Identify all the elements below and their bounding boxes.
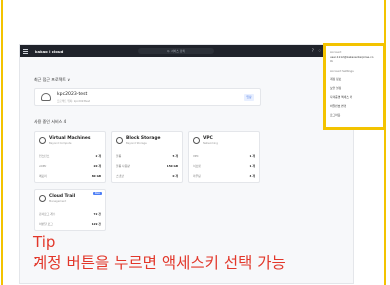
service-card-cloud-trail[interactable]: New Cloud Trail Management 감사로그 개수 72 건 이… [34,189,106,231]
account-settings-label: Account Settings [330,69,354,73]
stat-row: VPC 1 개 [193,154,255,158]
cloud-icon [41,93,51,101]
stat-row: 감사로그 개수 72 건 [39,212,101,216]
dashboard-main: 최근 접근 프로젝트 ∨ kpc2023-test 프로젝트 위치: kpc20… [34,63,353,125]
vpc-icon [193,137,200,144]
project-card[interactable]: kpc2023-test 프로젝트 위치: kpc2023test 입장 [34,88,261,106]
search-input[interactable]: Q. 서비스 검색 [138,48,214,54]
service-card-vpc[interactable]: VPC Networking VPC 1 개 서브넷 1 개 라우팅 4 개 [188,131,260,183]
stat-row: 라우팅 4 개 [193,174,255,178]
notification-icon[interactable]: ♢ [318,48,322,54]
storage-icon [116,137,123,144]
menu-item-security[interactable]: 보안 설정 [330,86,341,90]
stat-row: vCPU 20 개 [39,164,101,168]
service-sub: Beyond Compute [49,142,72,145]
brand-logo[interactable]: kakao i cloud [35,49,63,54]
service-name: Virtual Machines [49,136,91,141]
stat-row: 볼륨 5 개 [116,154,178,158]
account-email-cont: m [330,59,333,63]
menu-item-account-info[interactable]: 계정 정보 [330,77,341,81]
email-label: Account [330,50,342,54]
account-email: user.1112@kakaoenterprise.co [330,55,374,59]
tip-text: 계정 버튼을 누르면 액세스키 선택 가능 [33,254,286,272]
project-sub: 프로젝트 위치: kpc2023test [57,100,90,103]
service-card-vm[interactable]: Virtual Machines Beyond Compute 인스턴스 2 개 … [34,131,106,183]
service-sub: Beyond Storage [126,142,147,145]
service-sub: Networking [203,142,218,145]
new-badge: New [92,192,102,195]
services-title: 사용 중인 서비스 4 [34,119,67,124]
menu-item-logout[interactable]: 로그아웃 [330,113,340,117]
service-name: VPC [203,136,213,141]
trail-icon [39,195,46,202]
top-navigation-bar: kakao i cloud Q. 서비스 검색 ? ♢ ⚙ [20,45,353,57]
menu-item-access-key[interactable]: 자격증명 액세스 키 [330,95,352,99]
menu-item-password[interactable]: 비밀번호 변경 [330,104,346,108]
project-name: kpc2023-test [57,92,88,97]
service-card-block-storage[interactable]: Block Storage Beyond Storage 볼륨 5 개 볼륨 사용… [111,131,183,183]
account-dropdown: Account user.1112@kakaoenterprise.co m A… [323,43,384,130]
stat-row: 서브넷 1 개 [193,164,255,168]
stat-row: 스냅샷 0 개 [116,174,178,178]
stat-row: 이번달 로그 129 건 [39,222,101,226]
yellow-frame: kakao i cloud Q. 서비스 검색 ? ♢ ⚙ 최근 접근 프로젝트… [1,0,386,285]
question-icon[interactable]: ? [312,48,314,54]
menu-icon[interactable] [20,45,32,57]
stat-row: 인스턴스 2 개 [39,154,101,158]
enter-project-button[interactable]: 입장 [244,94,254,101]
service-name: Cloud Trail [49,194,76,199]
service-name: Block Storage [126,136,161,141]
recent-projects-title[interactable]: 최근 접근 프로젝트 ∨ [34,77,353,83]
vm-icon [39,137,46,144]
service-sub: Management [49,200,67,203]
console-window: kakao i cloud Q. 서비스 검색 ? ♢ ⚙ 최근 접근 프로젝트… [19,44,354,284]
stat-row: 볼륨 사용량 150 GB [116,164,178,168]
stat-row: 메모리 80 GB [39,174,101,178]
